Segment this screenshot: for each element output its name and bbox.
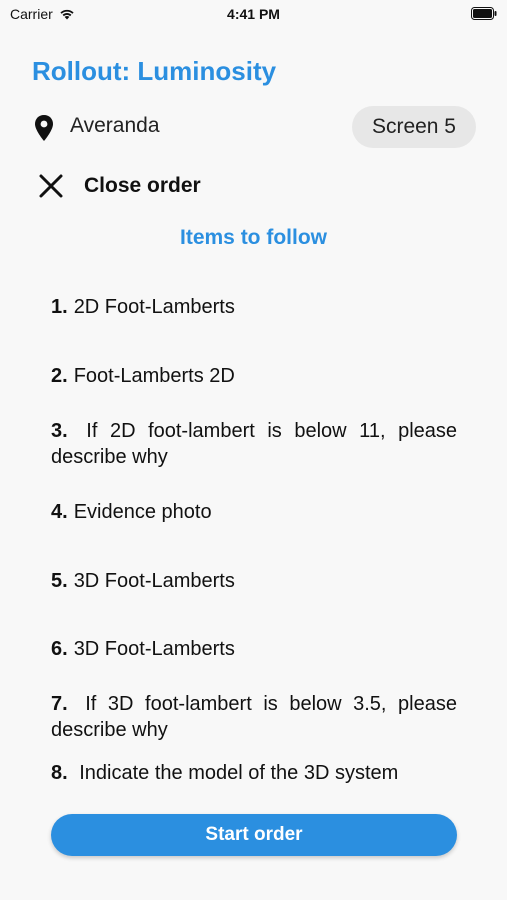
page-title: Rollout: Luminosity [32, 56, 277, 86]
list-item: 7. If 3D foot-lambert is below 3.5, plea… [51, 691, 457, 743]
item-text: 2D Foot-Lamberts [73, 296, 235, 318]
close-order-label: Close order [84, 174, 201, 197]
items-list[interactable]: 1. 2D Foot-Lamberts 2. Foot-Lamberts 2D 3.… [51, 280, 457, 796]
item-number: 5. [51, 570, 68, 592]
item-text: Evidence photo [73, 501, 212, 523]
battery-icon [471, 7, 497, 20]
item-number: 8. [51, 762, 68, 784]
close-order-button[interactable]: Close order [36, 170, 201, 202]
item-number: 3. [51, 420, 68, 442]
item-text: 3D Foot-Lamberts [73, 638, 235, 660]
list-item: 8. Indicate the model of the 3D system [51, 760, 457, 786]
list-item: 4. Evidence photo [51, 499, 457, 525]
location-row: Averanda Screen 5 [32, 106, 476, 148]
list-item: 5. 3D Foot-Lamberts [51, 568, 457, 594]
item-text: 3D Foot-Lamberts [73, 570, 235, 592]
section-title: Items to follow [180, 226, 327, 249]
screen-badge: Screen 5 [351, 106, 476, 148]
item-number: 7. [51, 693, 68, 715]
item-text: If 2D foot-lambert is below 11, please d… [51, 420, 457, 468]
status-time: 4:41 PM [227, 6, 280, 22]
item-number: 1. [51, 296, 68, 318]
item-number: 2. [51, 365, 68, 387]
list-item: 3. If 2D foot-lambert is below 11, pleas… [51, 418, 457, 470]
close-icon [39, 174, 63, 198]
status-bar: Carrier 4:41 PM [0, 0, 507, 28]
item-number: 6. [51, 638, 68, 660]
location-name: Averanda [70, 114, 160, 137]
list-item: 1. 2D Foot-Lamberts [51, 294, 457, 320]
list-item: 2. Foot-Lamberts 2D [51, 363, 457, 389]
start-order-button[interactable]: Start order [51, 814, 457, 856]
item-text: If 3D foot-lambert is below 3.5, please … [51, 693, 457, 741]
item-number: 4. [51, 501, 68, 523]
item-text: Foot-Lamberts 2D [73, 365, 235, 387]
item-text: Indicate the model of the 3D system [79, 762, 399, 784]
list-item: 6. 3D Foot-Lamberts [51, 636, 457, 662]
location-pin-icon [35, 115, 53, 141]
